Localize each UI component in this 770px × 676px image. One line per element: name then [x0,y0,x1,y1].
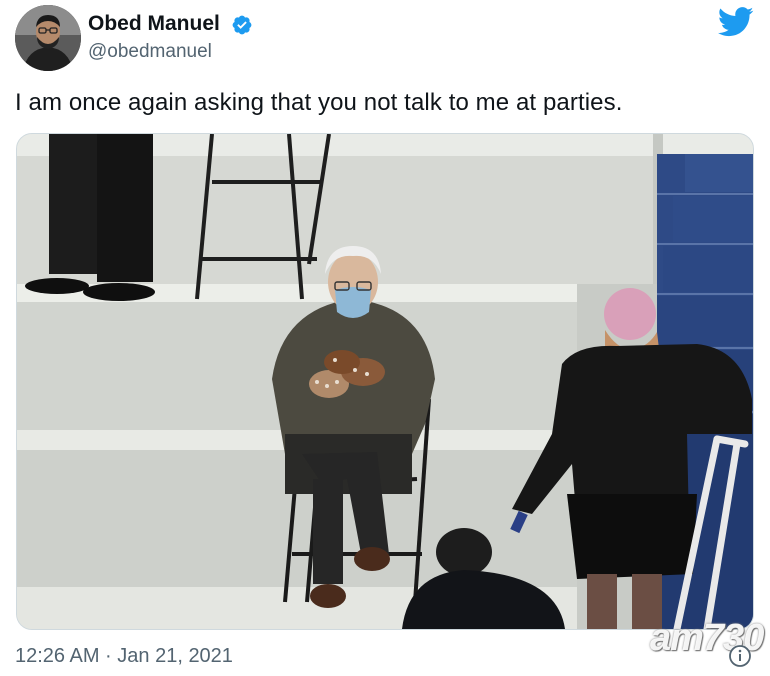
tweet-photo [17,134,753,629]
tweet-timestamp[interactable]: 12:26 AM · Jan 21, 2021 [15,645,233,668]
author-name[interactable]: Obed Manuel [88,12,220,36]
verified-badge-icon [232,15,252,35]
avatar-photo [15,5,81,71]
info-icon[interactable] [728,644,752,668]
tweet-text: I am once again asking that you not talk… [15,89,623,116]
avatar[interactable] [15,5,81,71]
tweet-media[interactable] [16,133,754,630]
twitter-bird-icon[interactable] [718,7,754,37]
author-handle[interactable]: @obedmanuel [88,41,212,63]
